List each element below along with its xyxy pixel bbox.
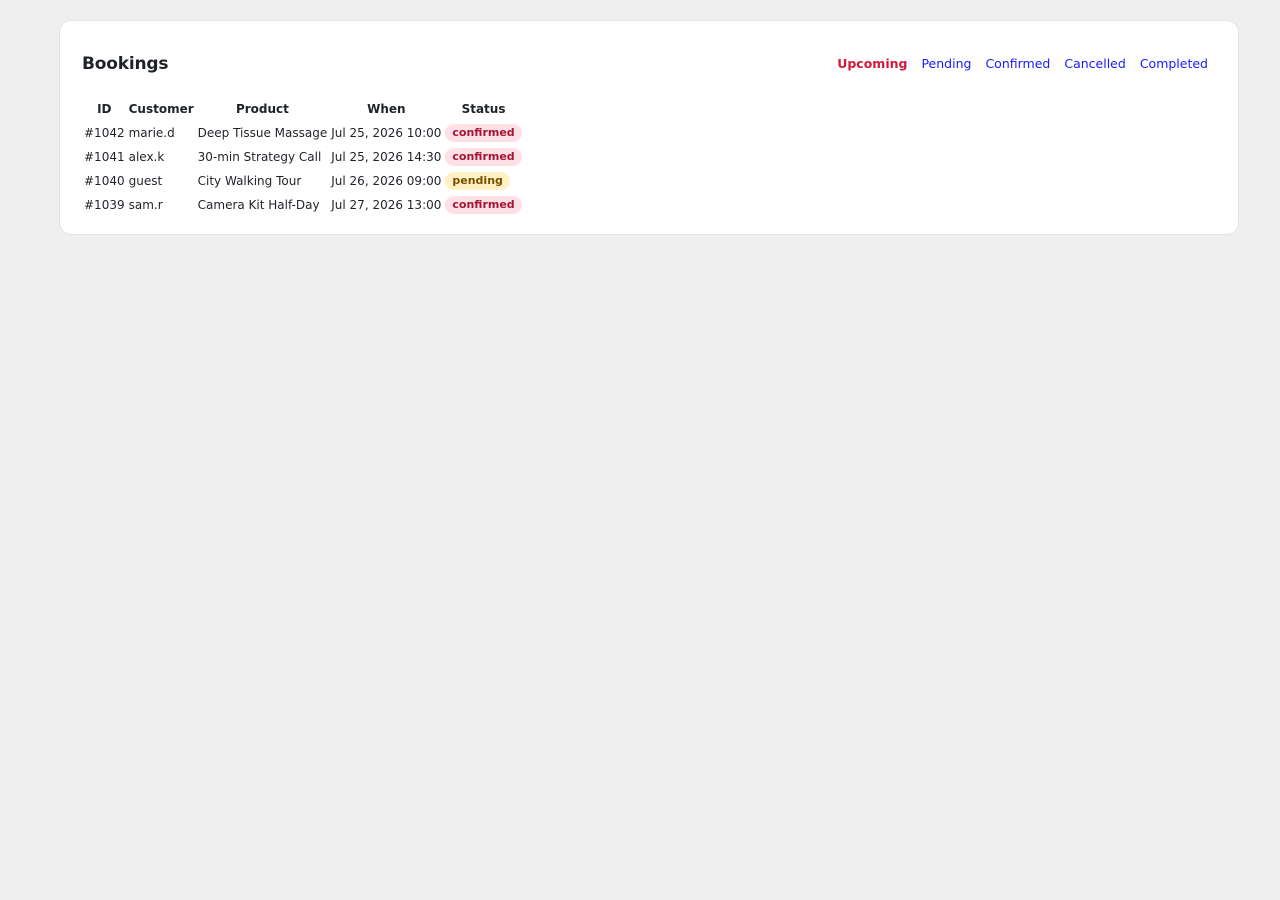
booking-status-cell: pending bbox=[443, 169, 523, 193]
booking-product: City Walking Tour bbox=[197, 174, 302, 188]
booking-status-cell: confirmed bbox=[443, 193, 523, 217]
booking-product: 30-min Strategy Call bbox=[197, 150, 322, 164]
table-row: #1042 marie.d Deep Tissue Massage Jul 25… bbox=[82, 121, 524, 145]
tab-upcoming[interactable]: Upcoming bbox=[837, 55, 907, 73]
table-row: #1039 sam.r Camera Kit Half-Day Jul 27, … bbox=[82, 193, 524, 217]
status-badge: pending bbox=[445, 172, 510, 190]
table-header-row: ID Customer Product When Status bbox=[82, 98, 524, 121]
booking-customer: guest bbox=[128, 174, 163, 188]
booking-id: #1042 bbox=[84, 126, 125, 140]
booking-customer: sam.r bbox=[128, 198, 163, 212]
booking-customer: marie.d bbox=[128, 126, 175, 140]
status-badge: confirmed bbox=[445, 148, 522, 166]
booking-product: Camera Kit Half-Day bbox=[197, 198, 320, 212]
bookings-table: ID Customer Product When Status #1042 ma… bbox=[82, 98, 524, 217]
booking-id: #1039 bbox=[84, 198, 125, 212]
booking-id: #1040 bbox=[84, 174, 125, 188]
column-header-customer: Customer bbox=[128, 102, 194, 116]
column-header-id: ID bbox=[97, 102, 112, 116]
booking-product: Deep Tissue Massage bbox=[197, 126, 328, 140]
booking-status-cell: confirmed bbox=[443, 121, 523, 145]
column-header-product: Product bbox=[235, 102, 289, 116]
booking-when: Jul 25, 2026 10:00 bbox=[331, 126, 442, 140]
status-badge: confirmed bbox=[445, 196, 522, 214]
tab-pending[interactable]: Pending bbox=[921, 55, 971, 73]
status-filter-tabs: Upcoming Pending Confirmed Cancelled Com… bbox=[837, 55, 1208, 73]
booking-status-cell: confirmed bbox=[443, 145, 523, 169]
column-header-when: When bbox=[367, 102, 406, 116]
booking-id: #1041 bbox=[84, 150, 125, 164]
tab-confirmed[interactable]: Confirmed bbox=[985, 55, 1050, 73]
booking-when: Jul 25, 2026 14:30 bbox=[331, 150, 442, 164]
page-title: Bookings bbox=[82, 54, 169, 74]
table-row: #1040 guest City Walking Tour Jul 26, 20… bbox=[82, 169, 524, 193]
status-badge: confirmed bbox=[445, 124, 522, 142]
tab-completed[interactable]: Completed bbox=[1140, 55, 1208, 73]
column-header-status: Status bbox=[461, 102, 506, 116]
tab-cancelled[interactable]: Cancelled bbox=[1064, 55, 1125, 73]
booking-when: Jul 26, 2026 09:00 bbox=[331, 174, 442, 188]
table-row: #1041 alex.k 30-min Strategy Call Jul 25… bbox=[82, 145, 524, 169]
booking-customer: alex.k bbox=[128, 150, 165, 164]
bookings-card: Bookings Upcoming Pending Confirmed Canc… bbox=[59, 20, 1239, 235]
booking-when: Jul 27, 2026 13:00 bbox=[331, 198, 442, 212]
